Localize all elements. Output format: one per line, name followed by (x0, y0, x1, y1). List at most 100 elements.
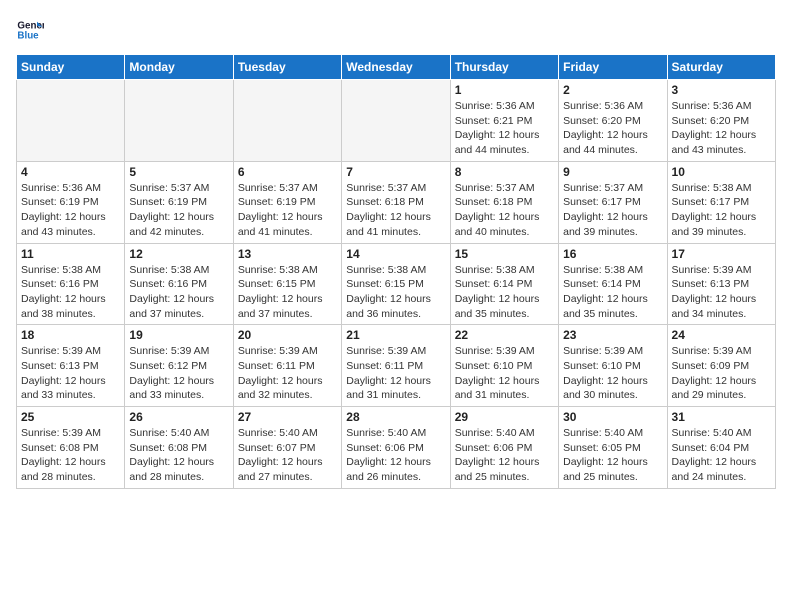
calendar-cell (125, 80, 233, 162)
day-info: Sunrise: 5:40 AM Sunset: 6:08 PM Dayligh… (129, 426, 228, 485)
day-number: 18 (21, 328, 120, 342)
day-number: 1 (455, 83, 554, 97)
day-number: 24 (672, 328, 771, 342)
day-info: Sunrise: 5:40 AM Sunset: 6:07 PM Dayligh… (238, 426, 337, 485)
calendar-cell: 8Sunrise: 5:37 AM Sunset: 6:18 PM Daylig… (450, 161, 558, 243)
page-header: General Blue (16, 16, 776, 44)
day-info: Sunrise: 5:39 AM Sunset: 6:13 PM Dayligh… (21, 344, 120, 403)
svg-text:Blue: Blue (17, 30, 39, 41)
day-info: Sunrise: 5:39 AM Sunset: 6:11 PM Dayligh… (238, 344, 337, 403)
logo-icon: General Blue (16, 16, 44, 44)
day-number: 26 (129, 410, 228, 424)
day-number: 17 (672, 247, 771, 261)
day-number: 27 (238, 410, 337, 424)
day-number: 9 (563, 165, 662, 179)
calendar-cell: 25 Sunrise: 5:39 AM Sunset: 6:08 PM Dayli… (17, 407, 125, 489)
day-header-saturday: Saturday (667, 55, 775, 80)
calendar-cell: 4 Sunrise: 5:36 AM Sunset: 6:19 PM Daylig… (17, 161, 125, 243)
day-number: 6 (238, 165, 337, 179)
day-info: Sunrise: 5:38 AM Sunset: 6:17 PM Dayligh… (672, 181, 771, 240)
day-info: Sunrise: 5:37 AM Sunset: 6:19 PM Dayligh… (129, 181, 228, 240)
day-number: 22 (455, 328, 554, 342)
calendar-cell: 21Sunrise: 5:39 AM Sunset: 6:11 PM Dayli… (342, 325, 450, 407)
day-header-monday: Monday (125, 55, 233, 80)
day-info: Sunrise: 5:39 AM Sunset: 6:10 PM Dayligh… (455, 344, 554, 403)
day-info: Sunrise: 5:39 AM Sunset: 6:09 PM Dayligh… (672, 344, 771, 403)
calendar-cell: 31Sunrise: 5:40 AM Sunset: 6:04 PM Dayli… (667, 407, 775, 489)
calendar-cell: 10 Sunrise: 5:38 AM Sunset: 6:17 PM Dayli… (667, 161, 775, 243)
calendar-cell: 5Sunrise: 5:37 AM Sunset: 6:19 PM Daylig… (125, 161, 233, 243)
day-number: 15 (455, 247, 554, 261)
calendar-week-row: 25 Sunrise: 5:39 AM Sunset: 6:08 PM Dayli… (17, 407, 776, 489)
day-info: Sunrise: 5:40 AM Sunset: 6:06 PM Dayligh… (455, 426, 554, 485)
calendar-cell: 7 Sunrise: 5:37 AM Sunset: 6:18 PM Daylig… (342, 161, 450, 243)
calendar-cell (233, 80, 341, 162)
calendar-cell: 20 Sunrise: 5:39 AM Sunset: 6:11 PM Dayli… (233, 325, 341, 407)
calendar-cell (342, 80, 450, 162)
calendar-cell: 18 Sunrise: 5:39 AM Sunset: 6:13 PM Dayli… (17, 325, 125, 407)
day-number: 16 (563, 247, 662, 261)
calendar-cell: 13Sunrise: 5:38 AM Sunset: 6:15 PM Dayli… (233, 243, 341, 325)
day-info: Sunrise: 5:38 AM Sunset: 6:15 PM Dayligh… (238, 263, 337, 322)
day-number: 7 (346, 165, 445, 179)
calendar-table: SundayMondayTuesdayWednesdayThursdayFrid… (16, 54, 776, 489)
day-info: Sunrise: 5:37 AM Sunset: 6:18 PM Dayligh… (346, 181, 445, 240)
calendar-cell: 19 Sunrise: 5:39 AM Sunset: 6:12 PM Dayli… (125, 325, 233, 407)
day-info: Sunrise: 5:39 AM Sunset: 6:10 PM Dayligh… (563, 344, 662, 403)
calendar-cell: 24 Sunrise: 5:39 AM Sunset: 6:09 PM Dayli… (667, 325, 775, 407)
calendar-cell: 17 Sunrise: 5:39 AM Sunset: 6:13 PM Dayli… (667, 243, 775, 325)
day-number: 19 (129, 328, 228, 342)
calendar-cell: 27 Sunrise: 5:40 AM Sunset: 6:07 PM Dayli… (233, 407, 341, 489)
day-number: 25 (21, 410, 120, 424)
day-info: Sunrise: 5:37 AM Sunset: 6:17 PM Dayligh… (563, 181, 662, 240)
calendar-cell: 23 Sunrise: 5:39 AM Sunset: 6:10 PM Dayli… (559, 325, 667, 407)
day-number: 28 (346, 410, 445, 424)
calendar-cell: 29 Sunrise: 5:40 AM Sunset: 6:06 PM Dayli… (450, 407, 558, 489)
day-info: Sunrise: 5:36 AM Sunset: 6:20 PM Dayligh… (563, 99, 662, 158)
calendar-cell: 14 Sunrise: 5:38 AM Sunset: 6:15 PM Dayli… (342, 243, 450, 325)
calendar-cell: 12Sunrise: 5:38 AM Sunset: 6:16 PM Dayli… (125, 243, 233, 325)
day-info: Sunrise: 5:40 AM Sunset: 6:06 PM Dayligh… (346, 426, 445, 485)
day-info: Sunrise: 5:38 AM Sunset: 6:15 PM Dayligh… (346, 263, 445, 322)
day-header-tuesday: Tuesday (233, 55, 341, 80)
day-number: 12 (129, 247, 228, 261)
day-number: 14 (346, 247, 445, 261)
day-number: 10 (672, 165, 771, 179)
day-number: 4 (21, 165, 120, 179)
day-info: Sunrise: 5:39 AM Sunset: 6:13 PM Dayligh… (672, 263, 771, 322)
calendar-cell: 9 Sunrise: 5:37 AM Sunset: 6:17 PM Daylig… (559, 161, 667, 243)
day-number: 29 (455, 410, 554, 424)
calendar-cell: 30Sunrise: 5:40 AM Sunset: 6:05 PM Dayli… (559, 407, 667, 489)
day-number: 3 (672, 83, 771, 97)
calendar-week-row: 11Sunrise: 5:38 AM Sunset: 6:16 PM Dayli… (17, 243, 776, 325)
day-number: 11 (21, 247, 120, 261)
calendar-cell: 28 Sunrise: 5:40 AM Sunset: 6:06 PM Dayli… (342, 407, 450, 489)
day-info: Sunrise: 5:36 AM Sunset: 6:21 PM Dayligh… (455, 99, 554, 158)
day-number: 21 (346, 328, 445, 342)
day-info: Sunrise: 5:39 AM Sunset: 6:08 PM Dayligh… (21, 426, 120, 485)
day-header-friday: Friday (559, 55, 667, 80)
day-number: 8 (455, 165, 554, 179)
calendar-cell: 22 Sunrise: 5:39 AM Sunset: 6:10 PM Dayli… (450, 325, 558, 407)
day-info: Sunrise: 5:36 AM Sunset: 6:19 PM Dayligh… (21, 181, 120, 240)
day-header-thursday: Thursday (450, 55, 558, 80)
logo: General Blue (16, 16, 48, 44)
day-number: 23 (563, 328, 662, 342)
calendar-cell (17, 80, 125, 162)
day-header-sunday: Sunday (17, 55, 125, 80)
calendar-cell: 11Sunrise: 5:38 AM Sunset: 6:16 PM Dayli… (17, 243, 125, 325)
day-number: 20 (238, 328, 337, 342)
calendar-cell: 6 Sunrise: 5:37 AM Sunset: 6:19 PM Daylig… (233, 161, 341, 243)
day-number: 30 (563, 410, 662, 424)
day-number: 2 (563, 83, 662, 97)
calendar-cell: 16Sunrise: 5:38 AM Sunset: 6:14 PM Dayli… (559, 243, 667, 325)
calendar-cell: 1 Sunrise: 5:36 AM Sunset: 6:21 PM Daylig… (450, 80, 558, 162)
day-info: Sunrise: 5:38 AM Sunset: 6:14 PM Dayligh… (455, 263, 554, 322)
day-info: Sunrise: 5:39 AM Sunset: 6:12 PM Dayligh… (129, 344, 228, 403)
calendar-cell: 2 Sunrise: 5:36 AM Sunset: 6:20 PM Daylig… (559, 80, 667, 162)
day-header-wednesday: Wednesday (342, 55, 450, 80)
day-info: Sunrise: 5:37 AM Sunset: 6:19 PM Dayligh… (238, 181, 337, 240)
calendar-cell: 3Sunrise: 5:36 AM Sunset: 6:20 PM Daylig… (667, 80, 775, 162)
day-number: 31 (672, 410, 771, 424)
calendar-cell: 15 Sunrise: 5:38 AM Sunset: 6:14 PM Dayli… (450, 243, 558, 325)
